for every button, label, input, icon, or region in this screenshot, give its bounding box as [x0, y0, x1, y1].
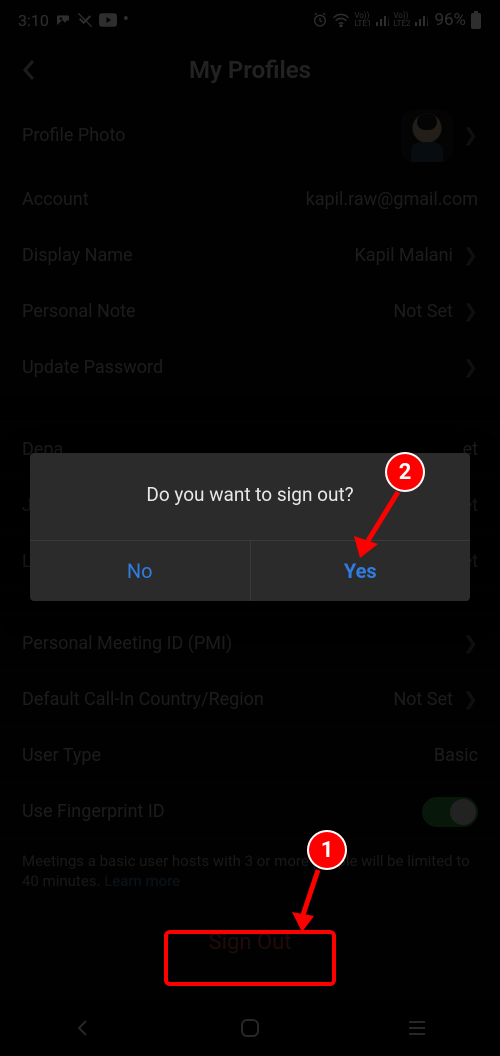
dialog-message: Do you want to sign out?	[30, 453, 470, 540]
dialog-no-button[interactable]: No	[30, 541, 250, 601]
sign-out-dialog: Do you want to sign out? No Yes	[30, 453, 470, 601]
dialog-yes-button[interactable]: Yes	[250, 541, 471, 601]
